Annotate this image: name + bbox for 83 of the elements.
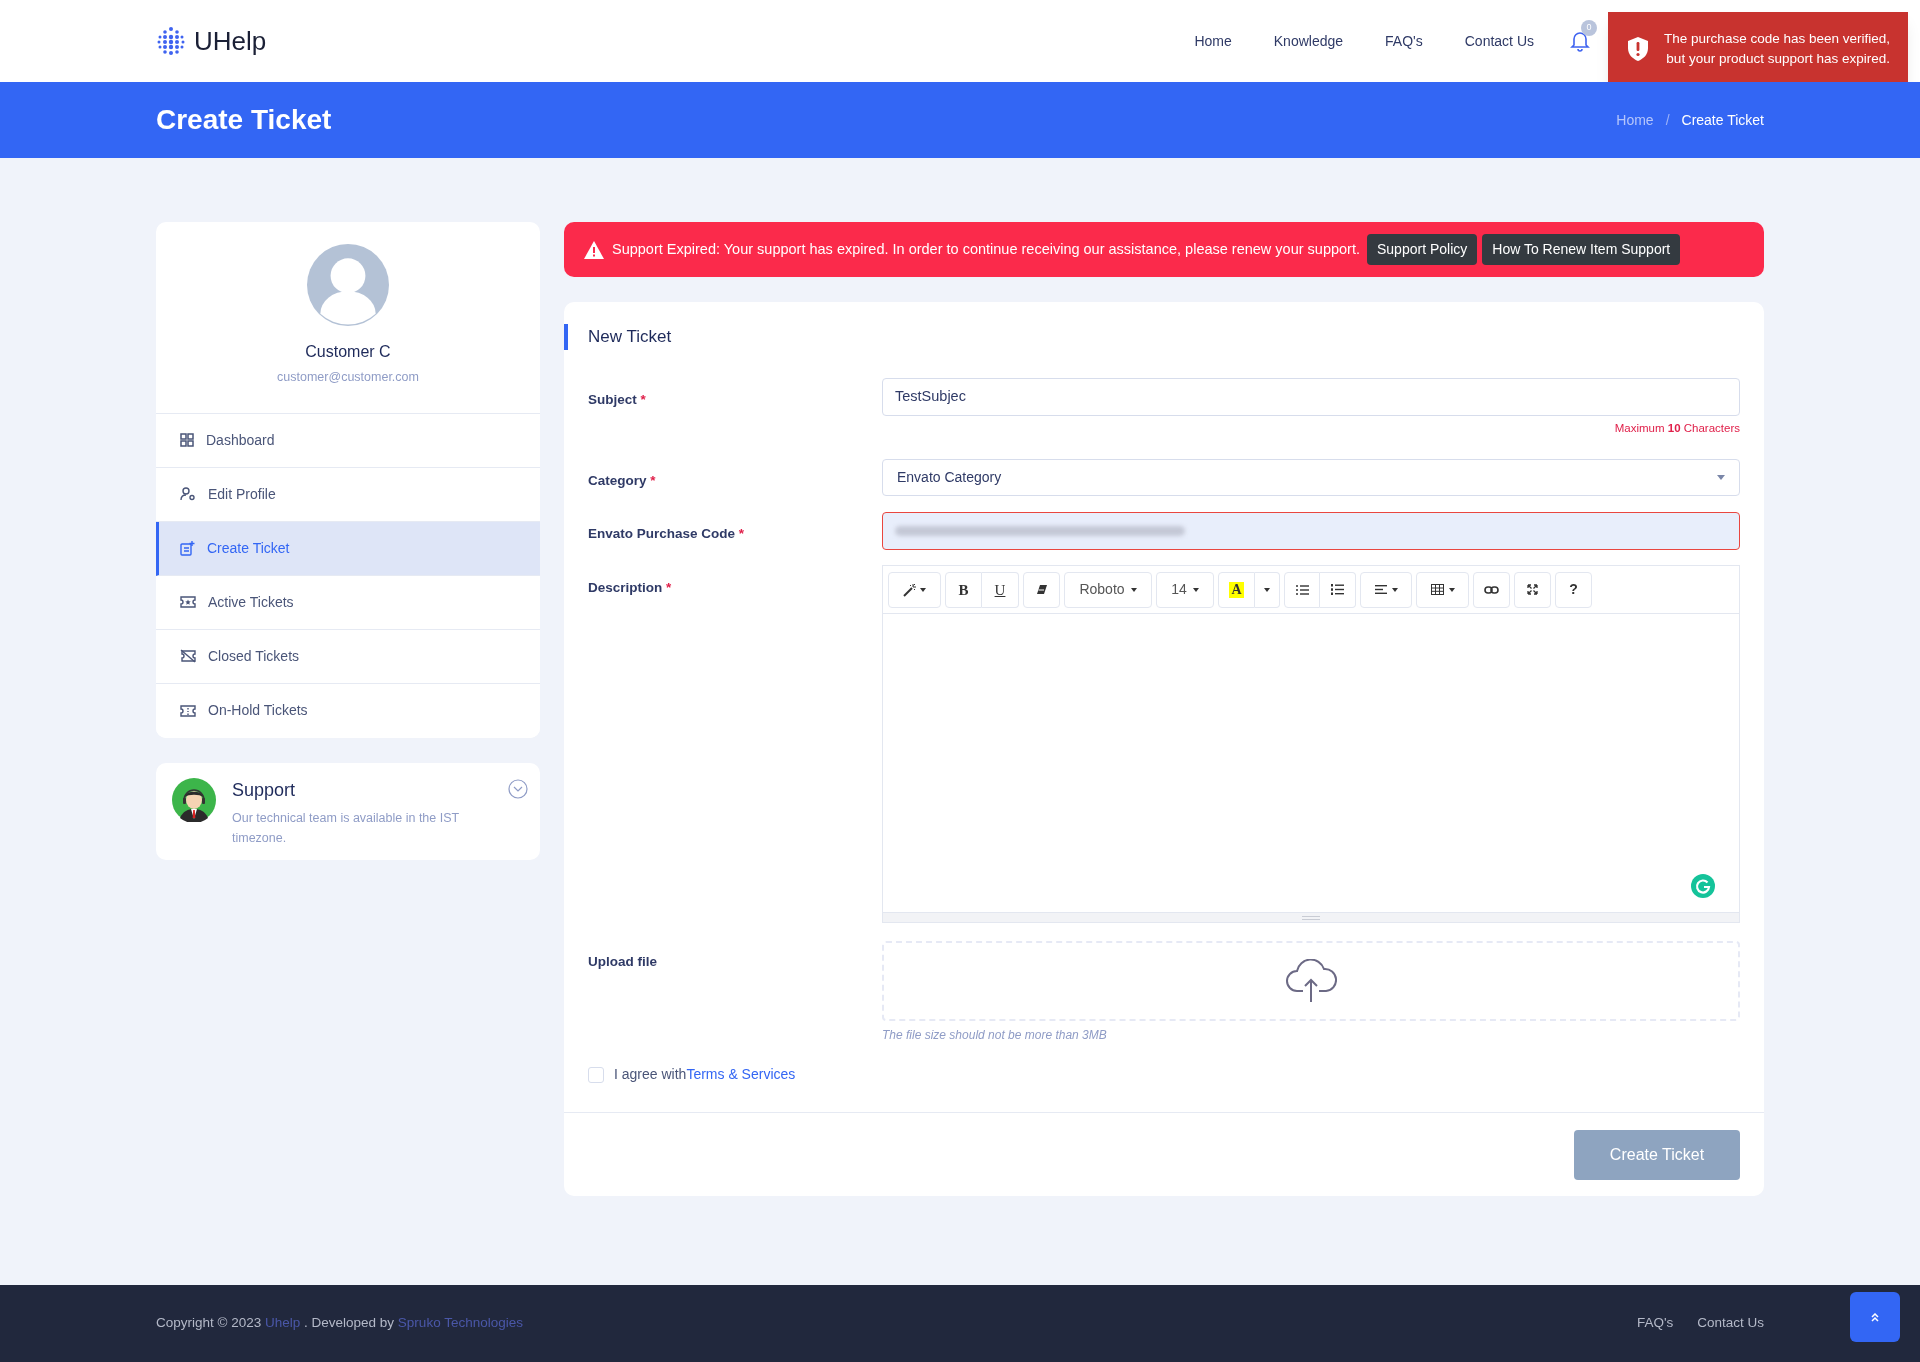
ticket-crossed-icon (180, 649, 196, 664)
footer-link[interactable]: Contact Us (1697, 1313, 1764, 1334)
magic-wand-icon (903, 582, 917, 597)
color-dropdown-button[interactable] (1255, 571, 1280, 608)
support-agent-icon (172, 777, 216, 822)
alert-action-button[interactable]: Support Policy (1367, 234, 1478, 265)
rich-text-editor[interactable]: B U Roboto 14 A ? (882, 565, 1740, 924)
underline-button[interactable]: U (982, 571, 1019, 608)
align-left-icon (1374, 585, 1387, 595)
nav-link[interactable]: Home (1194, 30, 1232, 52)
bell-icon[interactable] (1570, 30, 1590, 52)
upload-hint: The file size should not be more than 3MB (882, 1027, 1108, 1045)
profile-name: Customer C (305, 342, 391, 362)
purchase-code-input[interactable] (882, 512, 1740, 551)
notification-badge: 0 (1581, 20, 1597, 36)
nav-link[interactable]: Knowledge (1273, 30, 1344, 52)
card-title: New Ticket (588, 326, 672, 349)
profile-email: customer@customer.com (277, 369, 419, 386)
resize-handle[interactable] (1302, 915, 1320, 920)
field-label: Description * (588, 580, 672, 596)
field-label: Category * (588, 473, 656, 489)
user-gear-icon (180, 487, 196, 502)
dropdown-caret-icon (1717, 475, 1725, 481)
footer-link[interactable]: FAQ's (1636, 1313, 1674, 1334)
warning-icon (584, 240, 604, 259)
cloud-upload-icon (1285, 959, 1337, 1004)
grammar-checker-icon[interactable] (1691, 874, 1715, 899)
alert-action-button[interactable]: How To Renew Item Support (1482, 234, 1681, 265)
subject-input[interactable]: TestSubjec (882, 378, 1740, 416)
paragraph-align-button[interactable] (1360, 571, 1412, 608)
agree-checkbox[interactable] (588, 1066, 604, 1083)
caret-icon (1130, 587, 1137, 592)
double-chevron-up-icon (1871, 1312, 1879, 1322)
nav-link[interactable]: FAQ's (1385, 30, 1423, 52)
font-family-dropdown[interactable]: Roboto (1064, 571, 1152, 608)
ticket-star-icon (180, 596, 196, 609)
toast-message: The purchase code has been verified, but your product support has expired. (1663, 30, 1890, 68)
field-label: Subject * (588, 392, 646, 407)
magic-style-button[interactable] (888, 571, 941, 608)
logo-icon (156, 26, 186, 56)
field-hint: Maximum 10 Characters (1614, 421, 1740, 436)
breadcrumb-link[interactable]: Create Ticket (1681, 109, 1764, 131)
agree-label: I agree with (614, 1065, 687, 1085)
expand-arrows-icon (1527, 584, 1538, 596)
support-title: Support (232, 778, 297, 802)
caret-icon (1264, 587, 1270, 592)
bullet-list-button[interactable] (1284, 571, 1320, 608)
caret-icon (1391, 587, 1398, 592)
alert-message: Support Expired: Your support has expired. In order to continue receiving our assistance, please renew your support. (612, 239, 1360, 259)
avatar-icon (307, 244, 389, 326)
shield-alert-icon (1626, 36, 1650, 62)
breadcrumb-separator: / (1665, 110, 1670, 130)
note-plus-icon (180, 540, 195, 556)
help-button[interactable]: ? (1555, 571, 1592, 608)
sidebar-menu-item[interactable]: Create Ticket (156, 521, 540, 576)
font-size-dropdown[interactable]: 14 (1156, 571, 1214, 608)
logo-text: UHelp (194, 24, 267, 58)
grid-icon (180, 433, 194, 448)
numbered-list-icon (1331, 584, 1344, 596)
numbered-list-button[interactable] (1320, 571, 1356, 608)
chevron-down-icon[interactable] (508, 778, 528, 799)
clear-format-button[interactable] (1023, 571, 1060, 608)
caret-icon (1448, 587, 1455, 592)
table-button[interactable] (1416, 571, 1469, 608)
support-description: Our technical team is available in the IST timezone. (232, 809, 460, 847)
page-title: Create Ticket (156, 103, 332, 137)
terms-link[interactable]: Terms & Services (686, 1064, 796, 1086)
field-label: Upload file (588, 954, 657, 970)
category-select[interactable]: Envato Category (882, 459, 1740, 497)
bullet-list-icon (1295, 584, 1309, 595)
bold-button[interactable]: B (945, 571, 982, 608)
link-button[interactable] (1473, 571, 1510, 608)
nav-link[interactable]: Contact Us (1464, 30, 1534, 52)
eraser-icon (1035, 584, 1048, 596)
table-icon (1430, 584, 1444, 596)
field-label: Envato Purchase Code * (588, 526, 745, 542)
link-icon (1484, 585, 1499, 594)
ticket-icon (180, 704, 196, 717)
fullscreen-button[interactable] (1514, 571, 1551, 608)
text-color-button[interactable]: A (1218, 571, 1255, 608)
copyright-text: Copyright © 2023 Uhelp . Developed by Spruko Technologies (156, 1314, 523, 1333)
caret-icon (1192, 587, 1199, 592)
caret-icon (920, 587, 926, 592)
